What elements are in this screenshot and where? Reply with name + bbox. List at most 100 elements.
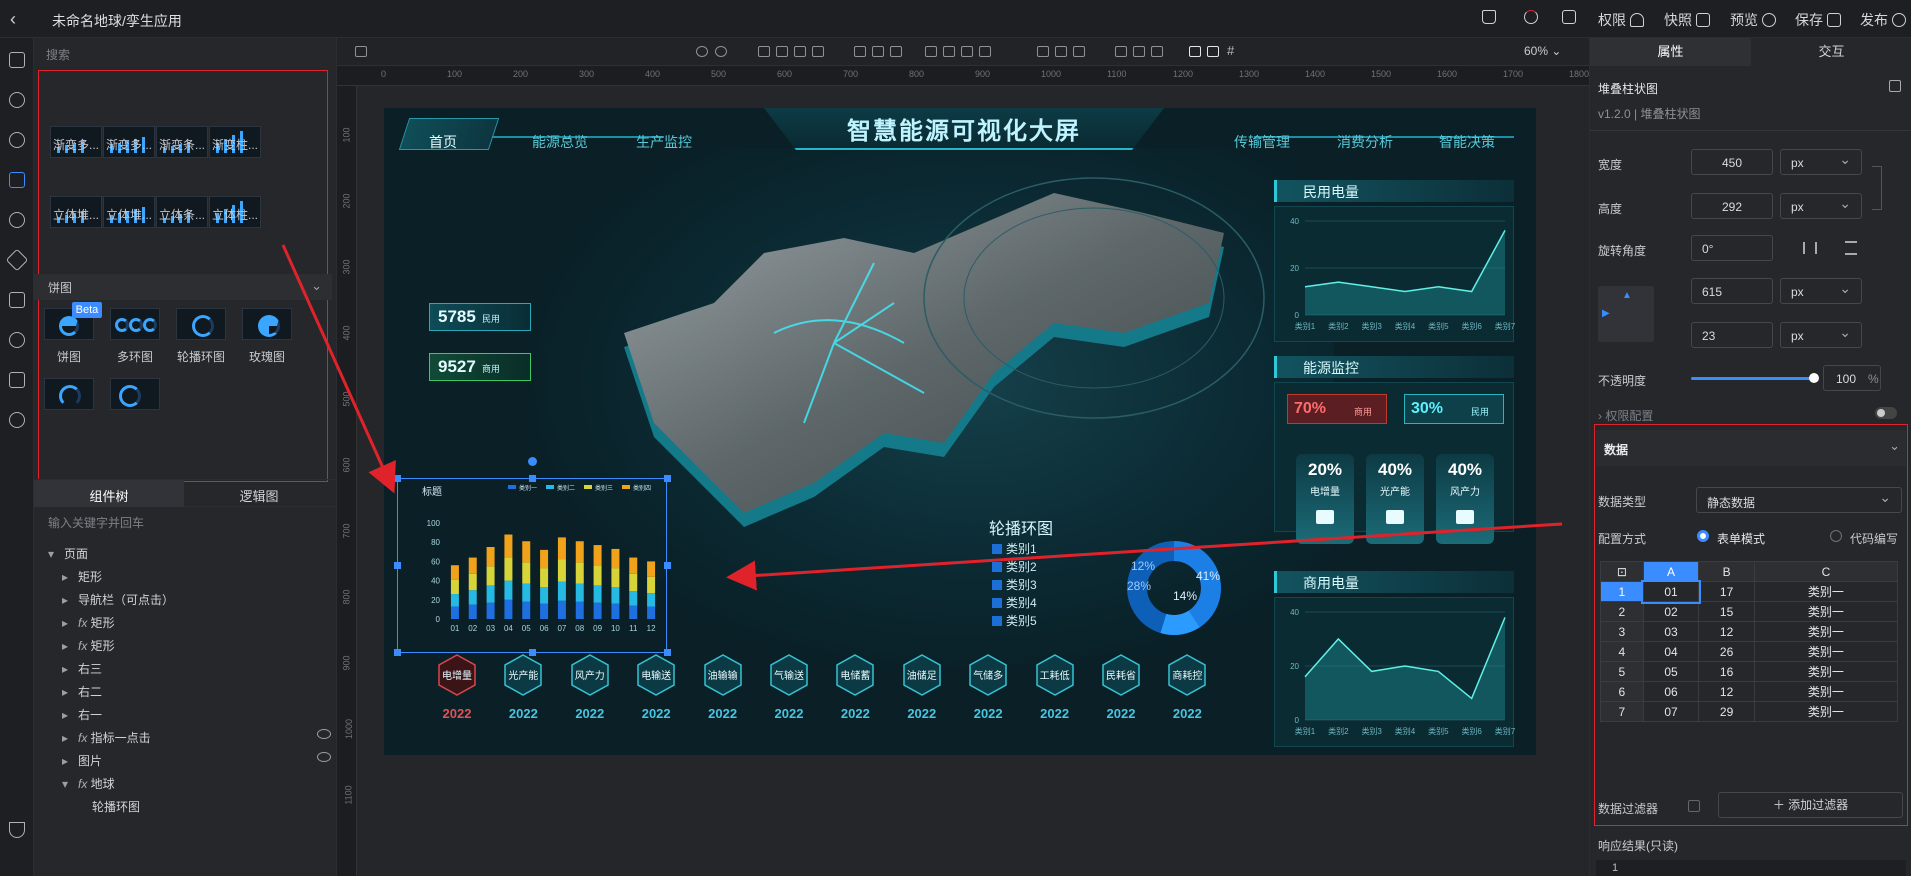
ungroup-icon[interactable] (812, 46, 824, 57)
table-row[interactable]: 5 05 16 类别一 (1600, 661, 1899, 682)
x-unit-select[interactable]: px (1780, 278, 1862, 304)
indicator-hex[interactable]: 电储蓄 (834, 654, 876, 696)
caret-right-icon[interactable]: ▸ (62, 616, 78, 630)
table-corner-icon[interactable]: ⊡ (1600, 561, 1644, 582)
stat-commercial[interactable]: 9527 商用 (429, 353, 531, 381)
redo-icon[interactable] (715, 46, 727, 57)
tab-interaction[interactable]: 交互 (1751, 38, 1911, 66)
stat-civil[interactable]: 5785 民用 (429, 303, 531, 331)
anchor-picker[interactable]: ▲ ▶ (1598, 286, 1654, 342)
layout-grid-icon[interactable] (1055, 46, 1067, 57)
caret-right-icon[interactable]: ▸ (62, 570, 78, 584)
indicator-hex[interactable]: 商耗控 (1166, 654, 1208, 696)
indicator-hex[interactable]: 电增量 (436, 654, 478, 696)
anchor-left-icon[interactable]: ▶ (1602, 308, 1610, 319)
nav-home[interactable]: 首页 (429, 132, 457, 152)
height-input[interactable]: 292 (1691, 193, 1773, 219)
caret-right-icon[interactable]: ▸ (62, 754, 78, 768)
layers-icon[interactable] (9, 292, 25, 308)
snap-3-icon[interactable] (1151, 46, 1163, 57)
permission-button[interactable]: 权限 (1598, 10, 1644, 30)
y-unit-select[interactable]: px (1780, 322, 1862, 348)
cloud-icon[interactable] (9, 212, 25, 228)
zoom-select[interactable]: 60% ⌄ (1524, 44, 1561, 58)
commercial-line-chart[interactable]: 40 20 0 类别1 类别2 类别3 类别4 类别5 类别6 类别7 (1274, 597, 1516, 747)
layout-icon[interactable] (1037, 46, 1049, 57)
group-icon[interactable] (794, 46, 806, 57)
table-cell[interactable]: 03 (1642, 621, 1700, 642)
branch-icon[interactable] (9, 412, 25, 428)
layout-split-icon[interactable] (1073, 46, 1085, 57)
cube-icon[interactable] (5, 248, 29, 272)
dashboard-canvas[interactable]: 首页 能源总览 生产监控 传输管理 消费分析 智能决策 智慧能源可视化大屏 57… (384, 108, 1536, 755)
table-cell[interactable]: 类别一 (1753, 681, 1899, 702)
table-cell[interactable]: 02 (1642, 601, 1700, 622)
snapshot-button[interactable]: 快照 (1664, 10, 1710, 30)
tree-item[interactable]: ▾ fx 地球 (48, 775, 333, 792)
filter-icon[interactable] (9, 822, 25, 838)
civil-line-chart[interactable]: 40 20 0 类别1 类别2 类别3 类别4 类别5 类别6 类别7 (1274, 206, 1516, 342)
table-cell[interactable]: 04 (1642, 641, 1700, 662)
resize-handle[interactable] (394, 475, 401, 482)
ruler-toggle-icon[interactable] (1207, 46, 1219, 57)
indicator-hex[interactable]: 气储多 (967, 654, 1009, 696)
multi-ring-thumbnail[interactable] (110, 308, 160, 340)
permission-toggle[interactable] (1875, 407, 1897, 419)
radio-form-mode[interactable] (1697, 530, 1709, 542)
snap-2-icon[interactable] (1133, 46, 1145, 57)
table-cell[interactable]: 01 (1641, 579, 1701, 604)
compass-icon[interactable] (9, 132, 25, 148)
chart-icon[interactable] (9, 172, 25, 188)
component-search[interactable]: 搜索 (46, 46, 70, 63)
paste-icon[interactable] (776, 46, 788, 57)
table-row[interactable]: 7 07 29 类别一 (1600, 701, 1899, 722)
caret-right-icon[interactable]: ▸ (62, 639, 78, 653)
nav-production[interactable]: 生产监控 (636, 132, 692, 152)
rose-thumbnail[interactable] (242, 308, 292, 340)
resize-handle[interactable] (529, 649, 536, 656)
align-center-icon[interactable] (943, 46, 955, 57)
anchor-top-icon[interactable]: ▲ (1622, 290, 1632, 301)
align-left-icon[interactable] (925, 46, 937, 57)
lock-ratio-icon[interactable] (1872, 166, 1882, 210)
flip-horizontal-icon[interactable] (1803, 242, 1817, 254)
preview-button[interactable]: 预览 (1730, 10, 1776, 30)
tree-search-input[interactable]: 输入关键字并回车 (48, 514, 144, 531)
table-cell[interactable]: 类别一 (1753, 641, 1899, 662)
refresh-icon[interactable] (1524, 10, 1538, 24)
database-icon[interactable] (9, 372, 25, 388)
tree-item[interactable]: 轮播环图 (48, 798, 333, 815)
distribute-icon[interactable] (979, 46, 991, 57)
eye-hidden-icon[interactable] (317, 729, 331, 739)
x-input[interactable]: 615 (1691, 278, 1773, 304)
table-cell[interactable]: 06 (1642, 681, 1700, 702)
tree-item[interactable]: ▸ 右一 (48, 706, 333, 723)
resize-handle[interactable] (664, 562, 671, 569)
undo-icon[interactable] (696, 46, 708, 57)
eye-hidden-icon[interactable] (317, 752, 331, 762)
kpi-card[interactable]: 40% 光产能 (1366, 454, 1424, 544)
align-bottom-icon[interactable] (890, 46, 902, 57)
gauge-thumbnail[interactable] (44, 378, 94, 410)
table-row[interactable]: 4 04 26 类别一 (1600, 641, 1899, 662)
indicator-hex[interactable]: 气输送 (768, 654, 810, 696)
table-cell[interactable]: 类别一 (1753, 581, 1899, 602)
opacity-slider-thumb[interactable] (1809, 373, 1819, 383)
table-cell[interactable]: 05 (1642, 661, 1700, 682)
shirt-icon[interactable] (1482, 10, 1496, 24)
caret-right-icon[interactable]: ▸ (62, 593, 78, 607)
copy-icon[interactable] (758, 46, 770, 57)
caret-right-icon[interactable]: ▸ (62, 662, 78, 676)
align-right-icon[interactable] (961, 46, 973, 57)
column-header[interactable]: C (1753, 561, 1899, 582)
back-icon[interactable]: ‹ (10, 9, 30, 29)
tree-item[interactable]: ▸ 图片 (48, 752, 333, 769)
copy-icon[interactable] (1889, 80, 1901, 92)
indicator-hex[interactable]: 光产能 (502, 654, 544, 696)
opacity-slider[interactable] (1691, 377, 1814, 380)
resize-handle[interactable] (664, 475, 671, 482)
column-header[interactable]: B (1698, 561, 1755, 582)
tree-item[interactable]: ▾ 页面 (48, 545, 333, 562)
table-cell[interactable]: 16 (1698, 661, 1755, 682)
height-unit-select[interactable]: px (1780, 193, 1862, 219)
